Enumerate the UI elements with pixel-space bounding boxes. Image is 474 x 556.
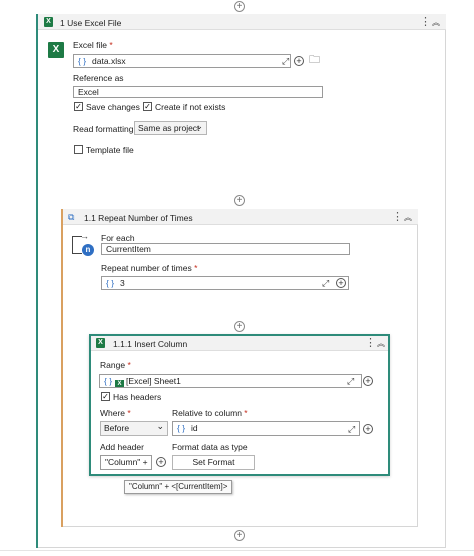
range-plus-button[interactable]: + [363,376,373,386]
expand-editor-icon[interactable]: ⤢ [282,56,289,66]
relative-column-value: id [191,423,198,433]
repeat-menu-icon[interactable]: ⋮ [392,212,403,223]
range-label: Range * [100,360,131,370]
where-value: Before [104,423,130,433]
insert-collapse-icon[interactable]: ︽ [377,338,385,349]
insert-title: 1.1.1 Insert Column [113,339,188,349]
add-activity-button-2[interactable]: + [234,321,245,332]
excel-large-icon: X [48,42,64,58]
has-headers-checkbox[interactable]: ✓ [101,392,110,401]
repeat-title: 1.1 Repeat Number of Times [84,213,193,223]
repeat-icon: ⧉ [68,212,75,222]
expand-editor-icon[interactable]: ⤢ [348,424,355,434]
template-file-label: Template file [86,145,134,155]
for-each-label: For each [101,233,135,243]
insert-menu-icon[interactable]: ⋮ [365,338,376,349]
variable-brace-icon: { } [78,56,87,66]
folder-icon[interactable]: 🗀 [309,55,320,66]
chevron-down-icon: ⌄ [156,421,164,431]
relative-column-label: Relative to column * [172,408,248,418]
add-activity-button-1[interactable]: + [234,195,245,206]
variable-brace-icon: { } [177,423,186,433]
expand-editor-icon[interactable]: ⤢ [322,278,329,288]
create-if-not-exists-label: Create if not exists [155,102,226,112]
save-changes-label: Save changes [86,102,140,112]
add-header-field[interactable]: "Column" + [100,455,152,470]
has-headers-label: Has headers [113,392,162,402]
relative-column-plus-button[interactable]: + [363,424,373,434]
excel-icon: X [44,17,53,27]
excel-file-field[interactable]: { } data.xlsx [73,54,291,68]
variable-brace-icon: { } [104,376,113,386]
variable-brace-icon: { } [106,278,115,288]
add-activity-bottom-button[interactable]: + [234,530,245,541]
add-header-tooltip: "Column" + <[CurrentItem]> [124,480,233,494]
save-changes-checkbox[interactable]: ✓ [74,102,83,111]
read-formatting-value: Same as project [138,123,200,133]
where-label: Where * [100,408,131,418]
range-field[interactable]: { } X [Excel] Sheet1 [99,374,362,388]
read-formatting-label: Read formatting [73,124,134,134]
excel-file-value: data.xlsx [92,56,126,66]
relative-column-field[interactable]: { } id [172,421,360,436]
format-data-label: Format data as type [172,442,248,452]
expand-editor-icon[interactable]: ⤢ [347,376,354,386]
reference-label: Reference as [73,73,124,83]
repeat-number-plus-button[interactable]: + [336,278,346,288]
add-activity-top-button[interactable]: + [234,1,245,12]
create-if-not-exists-checkbox[interactable]: ✓ [143,102,152,111]
arrow-right-icon: → [80,231,89,241]
excel-sheet-icon: X [115,380,125,387]
range-value: [Excel] Sheet1 [126,376,181,386]
template-file-checkbox[interactable] [74,145,83,154]
set-format-button[interactable]: Set Format [172,455,255,470]
reference-input[interactable]: Excel [73,86,323,98]
excel-file-plus-button[interactable]: + [294,56,304,66]
bottom-divider [0,550,474,551]
outer-title: 1 Use Excel File [60,18,122,28]
repeat-scope-line [61,209,63,527]
chevron-down-icon: ⌄ [195,121,203,131]
iterator-n-icon: n [82,244,94,256]
add-header-label: Add header [100,442,144,452]
repeat-number-label: Repeat number of times * [101,263,198,273]
repeat-number-field[interactable]: { } 3 [101,276,349,290]
repeat-collapse-icon[interactable]: ︽ [404,212,412,223]
outer-collapse-icon[interactable]: ︽ [432,17,440,28]
add-header-plus-button[interactable]: + [156,457,166,467]
where-dropdown[interactable]: Before ⌄ [100,421,168,436]
repeat-number-value: 3 [120,278,125,288]
read-formatting-dropdown[interactable]: Same as project ⌄ [134,121,207,135]
excel-icon: X [96,338,105,348]
outer-menu-icon[interactable]: ⋮ [420,17,431,28]
excel-file-label: Excel file * [73,40,113,50]
for-each-input[interactable]: CurrentItem [101,243,350,255]
